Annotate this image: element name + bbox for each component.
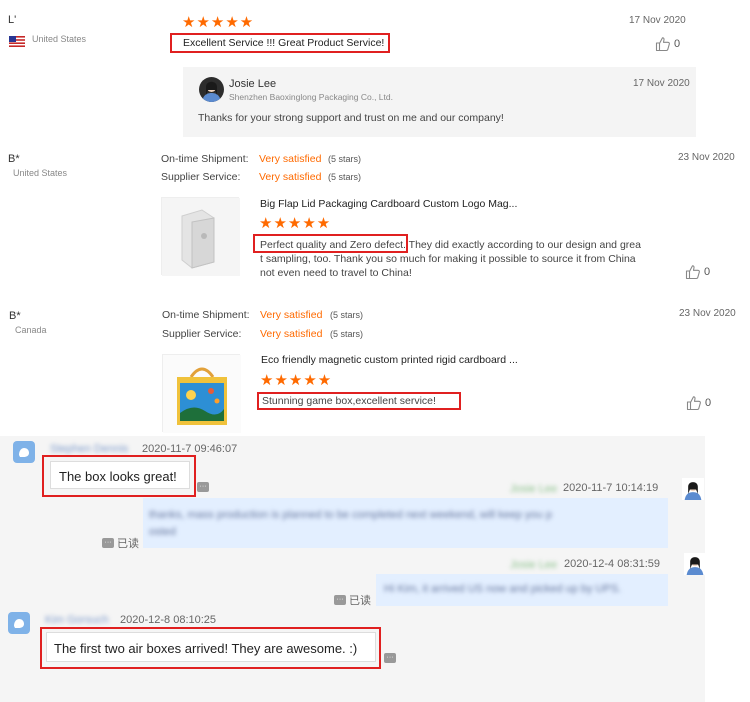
review-text-rest: They did exactly according to our design… xyxy=(405,239,641,251)
review-text-line-2: t sampling, too. Thank you so much for m… xyxy=(260,253,636,265)
shipment-value: Very satisfied xyxy=(260,309,323,321)
chat-message-text: The box looks great! xyxy=(59,469,177,484)
review-1: L' United States ★★★★★ 17 Nov 2020 Excel… xyxy=(0,0,696,138)
chat-bubble: The first two air boxes arrived! They ar… xyxy=(46,632,376,662)
chat-message-line-2: osted xyxy=(149,526,176,538)
reply-text: Thanks for your strong support and trust… xyxy=(198,112,504,124)
shipment-label: On-time Shipment: xyxy=(162,309,250,321)
service-label: Supplier Service: xyxy=(162,328,242,340)
chat-timestamp: 2020-11-7 09:46:07 xyxy=(142,443,238,455)
thumbs-up-icon[interactable] xyxy=(686,395,702,416)
more-options-icon[interactable]: ··· xyxy=(334,595,346,605)
thumbs-up-icon[interactable] xyxy=(655,36,671,57)
reviewer-name: B* xyxy=(9,310,21,322)
review-3: B* Canada On-time Shipment: Very satisfi… xyxy=(0,297,750,437)
read-status: 已读 xyxy=(349,595,371,607)
chat-timestamp: 2020-12-8 08:10:25 xyxy=(120,614,217,626)
product-image[interactable] xyxy=(162,354,241,433)
agent-avatar xyxy=(682,478,704,500)
review-date: 17 Nov 2020 xyxy=(629,15,686,26)
like-count: 0 xyxy=(705,397,712,409)
reviewer-country: United States xyxy=(13,168,68,178)
chat-sender-name: Stephen Dennis xyxy=(50,443,129,455)
reply-date: 17 Nov 2020 xyxy=(633,78,690,89)
agent-avatar xyxy=(684,553,706,575)
review-text-line-3: not even need to travel to China! xyxy=(260,267,412,279)
shipment-value: Very satisfied xyxy=(259,153,322,165)
chat-bubble: Hi Kim, it arrived US now and picked up … xyxy=(376,574,668,606)
service-stars: (5 stars) xyxy=(330,329,364,339)
supplier-reply: Josie Lee Shenzhen Baoxinglong Packaging… xyxy=(183,67,696,137)
chat-section: Stephen Dennis 2020-11-7 09:46:07 The bo… xyxy=(0,436,706,702)
customer-avatar xyxy=(8,612,30,634)
chat-bubble: The box looks great! xyxy=(50,461,190,489)
product-title[interactable]: Big Flap Lid Packaging Cardboard Custom … xyxy=(260,198,517,210)
reviewer-country: Canada xyxy=(15,325,47,335)
chat-timestamp: 2020-12-4 08:31:59 xyxy=(564,558,661,570)
chat-sender-name: Josie Lee xyxy=(510,483,558,495)
read-status: 已读 xyxy=(117,538,139,550)
chat-message-text: Hi Kim, it arrived US now and picked up … xyxy=(384,583,622,595)
thumbs-up-icon[interactable] xyxy=(685,264,701,285)
like-count: 0 xyxy=(704,266,711,278)
shipment-stars: (5 stars) xyxy=(330,310,364,320)
more-options-icon[interactable]: ··· xyxy=(384,653,396,663)
reviewer-country: United States xyxy=(32,34,87,44)
review-date: 23 Nov 2020 xyxy=(678,152,735,163)
shipment-stars: (5 stars) xyxy=(328,154,362,164)
customer-avatar xyxy=(13,441,35,463)
review-2: B* United States On-time Shipment: Very … xyxy=(0,140,750,290)
chat-message-text: The first two air boxes arrived! They ar… xyxy=(54,641,358,656)
service-label: Supplier Service: xyxy=(161,171,241,183)
service-value: Very satisfied xyxy=(260,328,323,340)
chat-bubble: thanks, mass production is planned to be… xyxy=(143,498,668,548)
chat-sender-name: Josie Lee xyxy=(510,559,558,571)
reviewer-name: B* xyxy=(8,153,20,165)
review-text: Perfect quality and Zero defect. They di… xyxy=(260,238,645,280)
reviewer-name: L' xyxy=(8,14,17,26)
chat-message-line-1: thanks, mass production is planned to be… xyxy=(149,509,552,521)
rating-stars: ★★★★★ xyxy=(259,215,332,232)
supplier-avatar xyxy=(199,77,224,102)
shipment-label: On-time Shipment: xyxy=(161,153,249,165)
chat-sender-name: Kim Gorsuch xyxy=(45,614,109,626)
more-options-icon[interactable]: ··· xyxy=(197,482,209,492)
supplier-name: Josie Lee xyxy=(229,78,277,90)
rating-stars: ★★★★★ xyxy=(182,14,255,31)
review-text: Excellent Service !!! Great Product Serv… xyxy=(183,37,385,49)
product-image[interactable] xyxy=(161,197,240,276)
service-value: Very satisfied xyxy=(259,171,322,183)
review-text-highlighted: Perfect quality and Zero defect. xyxy=(260,239,406,251)
chat-message-text: thanks, mass production is planned to be… xyxy=(149,507,552,541)
product-title[interactable]: Eco friendly magnetic custom printed rig… xyxy=(261,354,518,366)
review-text: Stunning game box,excellent service! xyxy=(262,395,436,407)
chat-timestamp: 2020-11-7 10:14:19 xyxy=(563,482,659,494)
service-stars: (5 stars) xyxy=(328,172,362,182)
like-count: 0 xyxy=(674,38,681,50)
rating-stars: ★★★★★ xyxy=(260,372,333,389)
review-date: 23 Nov 2020 xyxy=(679,308,736,319)
more-options-icon[interactable]: ··· xyxy=(102,538,114,548)
supplier-company: Shenzhen Baoxinglong Packaging Co., Ltd. xyxy=(229,92,393,102)
us-flag-icon xyxy=(9,34,25,47)
